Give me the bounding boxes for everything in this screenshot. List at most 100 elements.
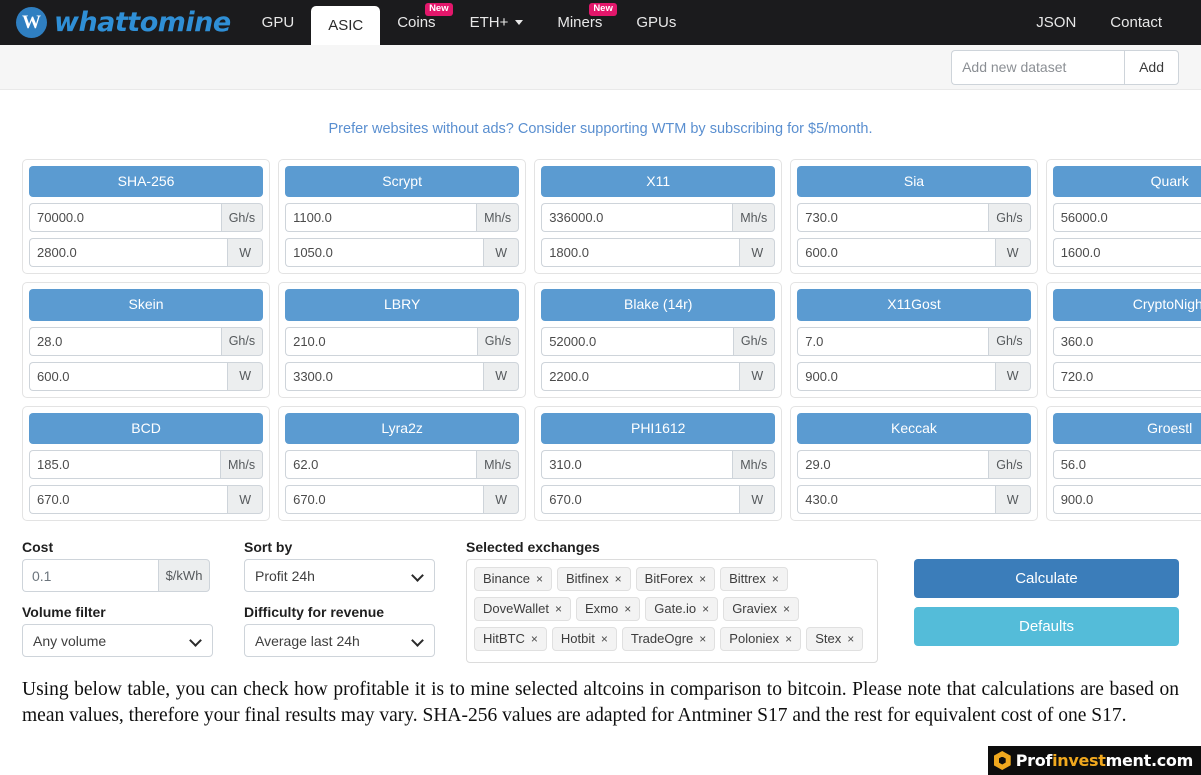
remove-exchange-icon[interactable]: × [555,602,562,616]
algorithm-toggle-button[interactable]: Lyra2z [285,413,519,444]
algorithm-toggle-button[interactable]: Sia [797,166,1030,197]
algorithm-toggle-button[interactable]: PHI1612 [541,413,775,444]
hashrate-input-group: Gh/s [29,203,263,232]
hashrate-input[interactable] [797,327,988,356]
exchange-tag[interactable]: DoveWallet× [474,597,571,621]
nav-item-json[interactable]: JSON [1019,0,1093,45]
exchange-tag[interactable]: Gate.io× [645,597,718,621]
hashrate-input[interactable] [797,450,988,479]
power-input[interactable] [285,362,483,391]
algorithm-toggle-button[interactable]: X11 [541,166,775,197]
hashrate-input[interactable] [29,203,221,232]
power-input[interactable] [797,485,994,514]
power-input[interactable] [797,238,994,267]
power-input[interactable] [1053,485,1201,514]
power-input[interactable] [29,362,227,391]
profinvestment-watermark: Profinvestment.com [988,746,1201,775]
power-input[interactable] [541,485,739,514]
top-navbar: W whattomine GPU ASIC Coins New ETH+ Min… [0,0,1201,45]
hashrate-input[interactable] [29,327,221,356]
algorithm-toggle-button[interactable]: BCD [29,413,263,444]
hashrate-input[interactable] [541,450,732,479]
algorithm-toggle-button[interactable]: CryptoNight [1053,289,1201,320]
exchange-tag[interactable]: Graviex× [723,597,799,621]
nav-item-gpus[interactable]: GPUs [619,0,693,45]
hashrate-input[interactable] [541,327,733,356]
exchange-tag[interactable]: Bittrex× [720,567,788,591]
hashrate-input[interactable] [1053,203,1201,232]
hashrate-unit: Gh/s [477,327,519,356]
nav-item-gpu[interactable]: GPU [245,0,312,45]
nav-label: ETH+ [470,14,509,31]
exchange-tag[interactable]: TradeOgre × [622,627,715,651]
promo-link[interactable]: Prefer websites without ads? Consider su… [329,121,873,137]
nav-item-asic[interactable]: ASIC [311,6,380,45]
remove-exchange-icon[interactable]: × [847,632,854,646]
remove-exchange-icon[interactable]: × [783,602,790,616]
nav-item-coins[interactable]: Coins New [380,0,452,45]
hashrate-input[interactable] [797,203,988,232]
new-dataset-input[interactable] [951,50,1124,85]
add-dataset-button[interactable]: Add [1124,50,1179,85]
exchange-name: TradeOgre [631,631,693,646]
power-input-group: W [29,485,263,514]
remove-exchange-icon[interactable]: × [772,572,779,586]
hashrate-input[interactable] [1053,450,1201,479]
power-input[interactable] [29,238,227,267]
power-input[interactable] [285,238,483,267]
hashrate-input[interactable] [285,450,476,479]
power-input[interactable] [1053,238,1201,267]
defaults-button[interactable]: Defaults [914,607,1179,646]
exchange-tag[interactable]: Exmo× [576,597,640,621]
algorithm-toggle-button[interactable]: LBRY [285,289,519,320]
algorithm-toggle-button[interactable]: Scrypt [285,166,519,197]
remove-exchange-icon[interactable]: × [702,602,709,616]
calculate-button[interactable]: Calculate [914,559,1179,598]
exchange-tag[interactable]: HitBTC× [474,627,547,651]
exchange-tag[interactable]: Binance× [474,567,552,591]
remove-exchange-icon[interactable]: × [624,602,631,616]
hashrate-input-group: Gh/s [797,327,1030,356]
brand-logo[interactable]: W whattomine [0,0,245,45]
algorithm-toggle-button[interactable]: Skein [29,289,263,320]
exchange-tag[interactable]: BitForex× [636,567,715,591]
power-input[interactable] [1053,362,1201,391]
algorithm-card: Lyra2zMh/sW [278,406,526,521]
hashrate-input[interactable] [285,327,477,356]
hashrate-input[interactable] [1053,327,1201,356]
power-input[interactable] [797,362,994,391]
remove-exchange-icon[interactable]: × [536,572,543,586]
algorithm-toggle-button[interactable]: SHA-256 [29,166,263,197]
remove-exchange-icon[interactable]: × [699,632,706,646]
algorithm-toggle-button[interactable]: X11Gost [797,289,1030,320]
power-input[interactable] [285,485,483,514]
cost-input[interactable] [22,559,158,592]
volume-filter-select[interactable]: Any volume [22,624,213,657]
hashrate-input[interactable] [29,450,220,479]
remove-exchange-icon[interactable]: × [615,572,622,586]
difficulty-select[interactable]: Average last 24h [244,624,435,657]
algorithm-toggle-button[interactable]: Keccak [797,413,1030,444]
hashrate-input-group: Mh/s [541,203,775,232]
exchange-tag[interactable]: Bitfinex× [557,567,631,591]
power-input[interactable] [541,238,739,267]
cost-column: Cost $/kWh Volume filter Any volume [22,539,244,657]
sort-by-select[interactable]: Profit 24h [244,559,435,592]
exchange-tag[interactable]: Hotbit× [552,627,617,651]
power-input[interactable] [541,362,739,391]
nav-item-eth-plus[interactable]: ETH+ [453,0,541,45]
algorithm-toggle-button[interactable]: Quark [1053,166,1201,197]
remove-exchange-icon[interactable]: × [785,632,792,646]
remove-exchange-icon[interactable]: × [699,572,706,586]
nav-item-contact[interactable]: Contact [1093,0,1179,45]
remove-exchange-icon[interactable]: × [601,632,608,646]
remove-exchange-icon[interactable]: × [531,632,538,646]
exchange-tag[interactable]: Poloniex× [720,627,801,651]
exchange-tag[interactable]: Stex× [806,627,863,651]
hashrate-input[interactable] [285,203,476,232]
nav-item-miners[interactable]: Miners New [540,0,619,45]
algorithm-toggle-button[interactable]: Groestl [1053,413,1201,444]
power-input[interactable] [29,485,227,514]
hashrate-input[interactable] [541,203,732,232]
algorithm-toggle-button[interactable]: Blake (14r) [541,289,775,320]
